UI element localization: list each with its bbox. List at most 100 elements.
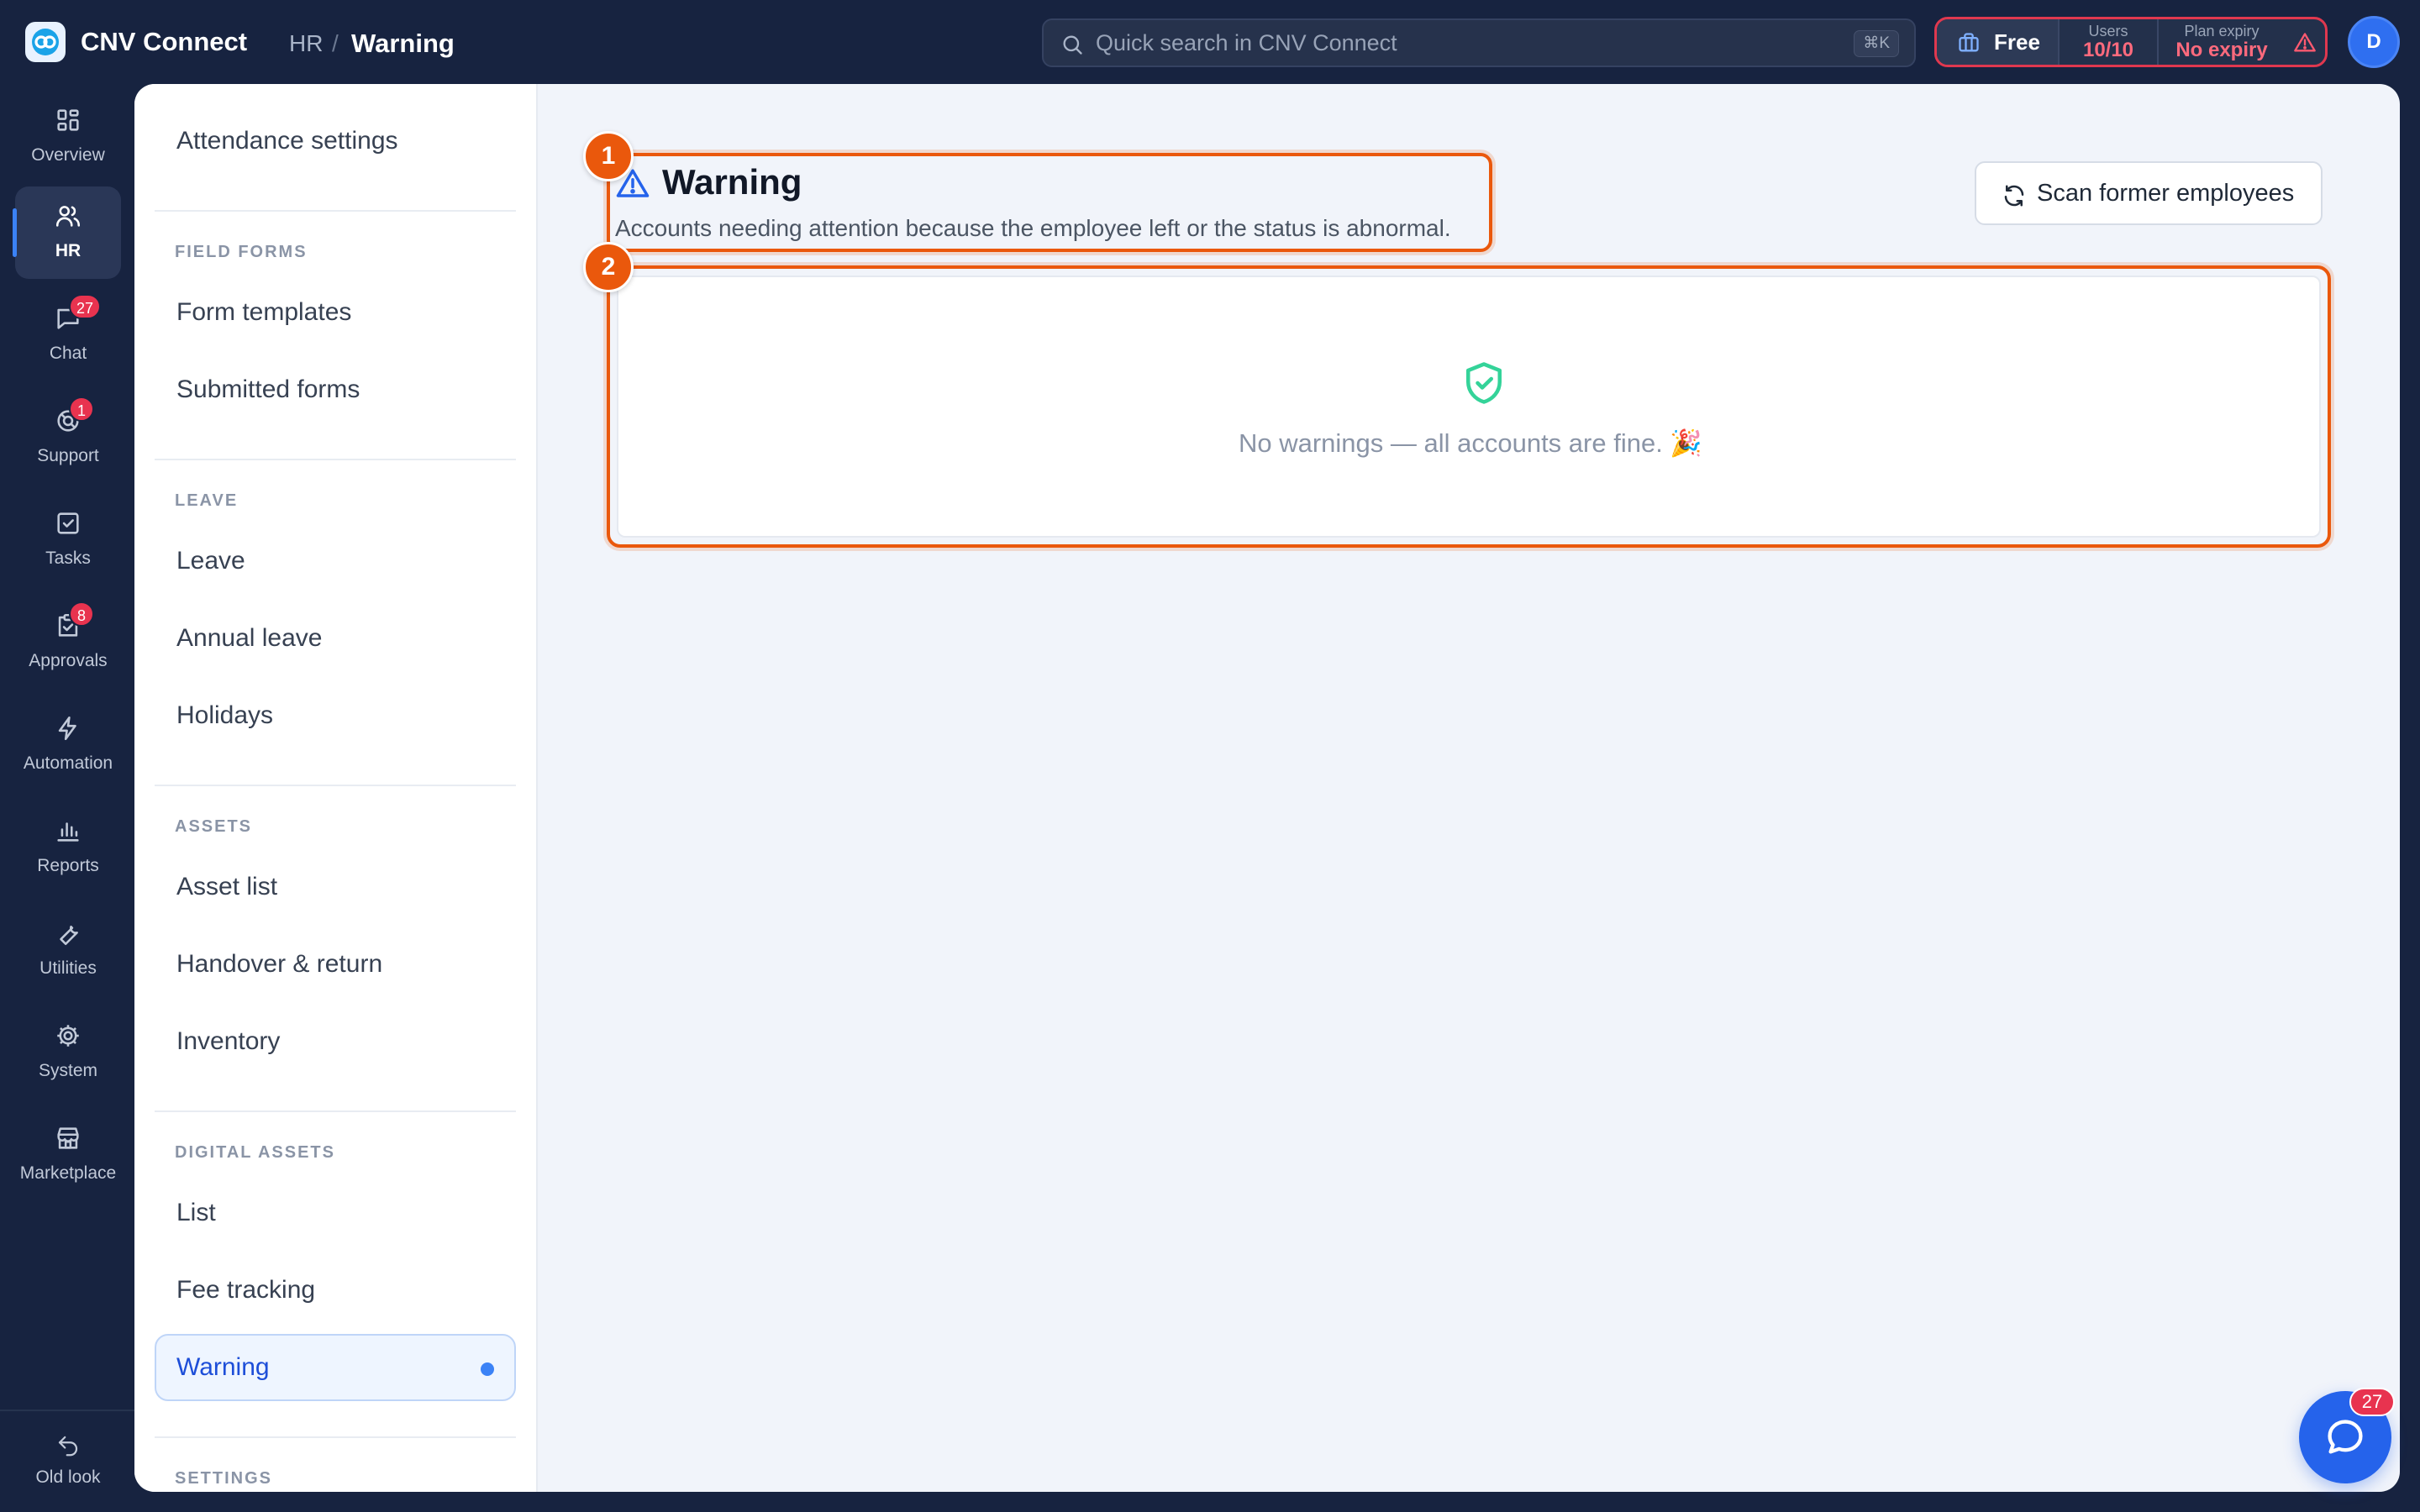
subnav-item-label: Leave: [176, 547, 245, 575]
rail-item-overview[interactable]: Overview: [15, 91, 121, 183]
annotation-marker-1: 1: [583, 131, 634, 181]
main-rail: Overview HR 27 Chat 1 Support Tasks 8 Ap…: [0, 84, 134, 1512]
rail-badge: 8: [69, 601, 94, 627]
subnav-heading-digital-assets: DIGITAL ASSETS: [175, 1143, 335, 1162]
checkbox-icon: [57, 512, 79, 534]
rail-label: Utilities: [39, 958, 97, 978]
rail-label: HR: [55, 241, 82, 260]
logo-icon: [32, 29, 59, 55]
rail-item-marketplace[interactable]: Marketplace: [15, 1109, 121, 1201]
subnav-item-label: Form templates: [176, 298, 352, 326]
rail-badge: 27: [69, 294, 102, 319]
subnav-item-label: List: [176, 1199, 216, 1226]
subnav-item-label: Attendance settings: [176, 127, 398, 155]
wrench-icon: [60, 925, 78, 946]
app-name[interactable]: CNV Connect: [81, 25, 247, 59]
rail-item-utilities[interactable]: Utilities: [15, 904, 121, 996]
subnav-divider: [155, 459, 516, 460]
breadcrumb-separator: /: [332, 30, 339, 56]
page-title: Warning: [662, 162, 802, 202]
subnav-item-annual-leave[interactable]: Annual leave: [155, 605, 516, 672]
lightning-icon: [58, 716, 76, 741]
rail-item-hr[interactable]: HR: [13, 186, 121, 279]
scan-former-employees-button[interactable]: Scan former employees: [1975, 161, 2323, 225]
subnav-item-label: Asset list: [176, 873, 278, 900]
subnav-item-handover-return[interactable]: Handover & return: [155, 931, 516, 998]
plan-expiry-value: No expiry: [2175, 39, 2268, 61]
subnav-item-attendance-settings[interactable]: Attendance settings: [155, 108, 516, 175]
undo-icon: [58, 1436, 78, 1457]
breadcrumb-current: Warning: [351, 29, 455, 58]
rail-label: Chat: [49, 344, 87, 363]
chat-fab-badge: 27: [2349, 1388, 2395, 1416]
annotation-marker-2: 2: [583, 242, 634, 292]
avatar[interactable]: D: [2348, 16, 2400, 68]
breadcrumb-hr[interactable]: HR: [289, 27, 323, 60]
subnav-item-submitted-forms[interactable]: Submitted forms: [155, 356, 516, 423]
plan-name: Free: [1994, 29, 2040, 55]
rail-item-approvals[interactable]: 8 Approvals: [15, 596, 121, 689]
subnav-item-label: Holidays: [176, 701, 274, 729]
plan-free-button[interactable]: Free: [1937, 19, 2058, 65]
subnav-heading-leave: LEAVE: [175, 491, 239, 510]
subnav-divider: [155, 1436, 516, 1438]
rail-divider: [0, 1410, 134, 1411]
rail-label: Tasks: [45, 549, 91, 568]
alert-triangle-icon: [2294, 33, 2316, 52]
rail-label: Old look: [35, 1467, 101, 1487]
subnav-item-label: Handover & return: [176, 950, 383, 978]
subnav-item-label: Annual leave: [176, 624, 323, 652]
users-icon: [55, 206, 81, 227]
subnav-item-form-templates[interactable]: Form templates: [155, 279, 516, 346]
rail-label: Automation: [23, 753, 113, 773]
subnav-item-fee-tracking[interactable]: Fee tracking: [155, 1257, 516, 1324]
rail-label: Support: [37, 446, 99, 465]
rail-label: Approvals: [29, 651, 108, 670]
plan-status[interactable]: Free Users 10/10 Plan expiry No expiry: [1934, 17, 2328, 67]
plan-users: Users 10/10: [2060, 19, 2157, 65]
empty-state-message: No warnings — all accounts are fine. 🎉: [1238, 428, 1703, 458]
subnav-heading-field-forms: FIELD FORMS: [175, 243, 308, 261]
rail-item-chat[interactable]: 27 Chat: [15, 289, 121, 381]
refresh-icon: [2004, 185, 2024, 207]
subnav-divider: [155, 785, 516, 786]
rail-label: System: [38, 1061, 97, 1080]
rail-label: Reports: [37, 856, 99, 875]
search-icon: [1063, 35, 1082, 55]
subnav-item-warning[interactable]: Warning: [155, 1334, 516, 1401]
main-window: Attendance settings FIELD FORMS Form tem…: [134, 84, 2400, 1492]
plan-expiry-label: Plan expiry: [2184, 23, 2260, 39]
subnav-item-leave[interactable]: Leave: [155, 528, 516, 595]
subnav-divider: [155, 1110, 516, 1112]
subnav-item-inventory[interactable]: Inventory: [155, 1008, 516, 1075]
store-icon: [57, 1127, 79, 1149]
app-logo[interactable]: [25, 22, 66, 62]
old-look-button[interactable]: Old look: [15, 1420, 121, 1512]
search-bar[interactable]: ⌘K: [1042, 18, 1916, 67]
warning-list-empty-state: No warnings — all accounts are fine. 🎉: [617, 276, 2321, 538]
subnav-item-label: Submitted forms: [176, 375, 360, 403]
rail-item-support[interactable]: 1 Support: [15, 391, 121, 484]
search-input[interactable]: [1096, 25, 1835, 60]
scan-button-label: Scan former employees: [2037, 180, 2295, 207]
shield-check-icon: [1466, 362, 1502, 404]
rail-item-tasks[interactable]: Tasks: [15, 494, 121, 586]
rail-item-automation[interactable]: Automation: [15, 699, 121, 791]
search-shortcut: ⌘K: [1854, 30, 1899, 57]
plan-expiry: Plan expiry No expiry: [2159, 19, 2285, 65]
subnav-heading-settings: SETTINGS: [175, 1469, 273, 1488]
rail-label: Overview: [31, 145, 105, 165]
subnav-item-label: Fee tracking: [176, 1276, 316, 1304]
subnav-item-asset-list[interactable]: Asset list: [155, 853, 516, 921]
grid-icon: [57, 109, 79, 131]
subnav-divider: [155, 210, 516, 212]
subnav-item-label: Inventory: [176, 1027, 281, 1055]
hr-subnav: Attendance settings FIELD FORMS Form tem…: [134, 84, 538, 1492]
briefcase-icon: [1959, 33, 1979, 52]
subnav-item-holidays[interactable]: Holidays: [155, 682, 516, 749]
subnav-item-list[interactable]: List: [155, 1179, 516, 1247]
subnav-heading-assets: ASSETS: [175, 817, 253, 836]
rail-item-reports[interactable]: Reports: [15, 801, 121, 894]
rail-label: Marketplace: [19, 1163, 117, 1183]
rail-item-system[interactable]: System: [15, 1006, 121, 1099]
